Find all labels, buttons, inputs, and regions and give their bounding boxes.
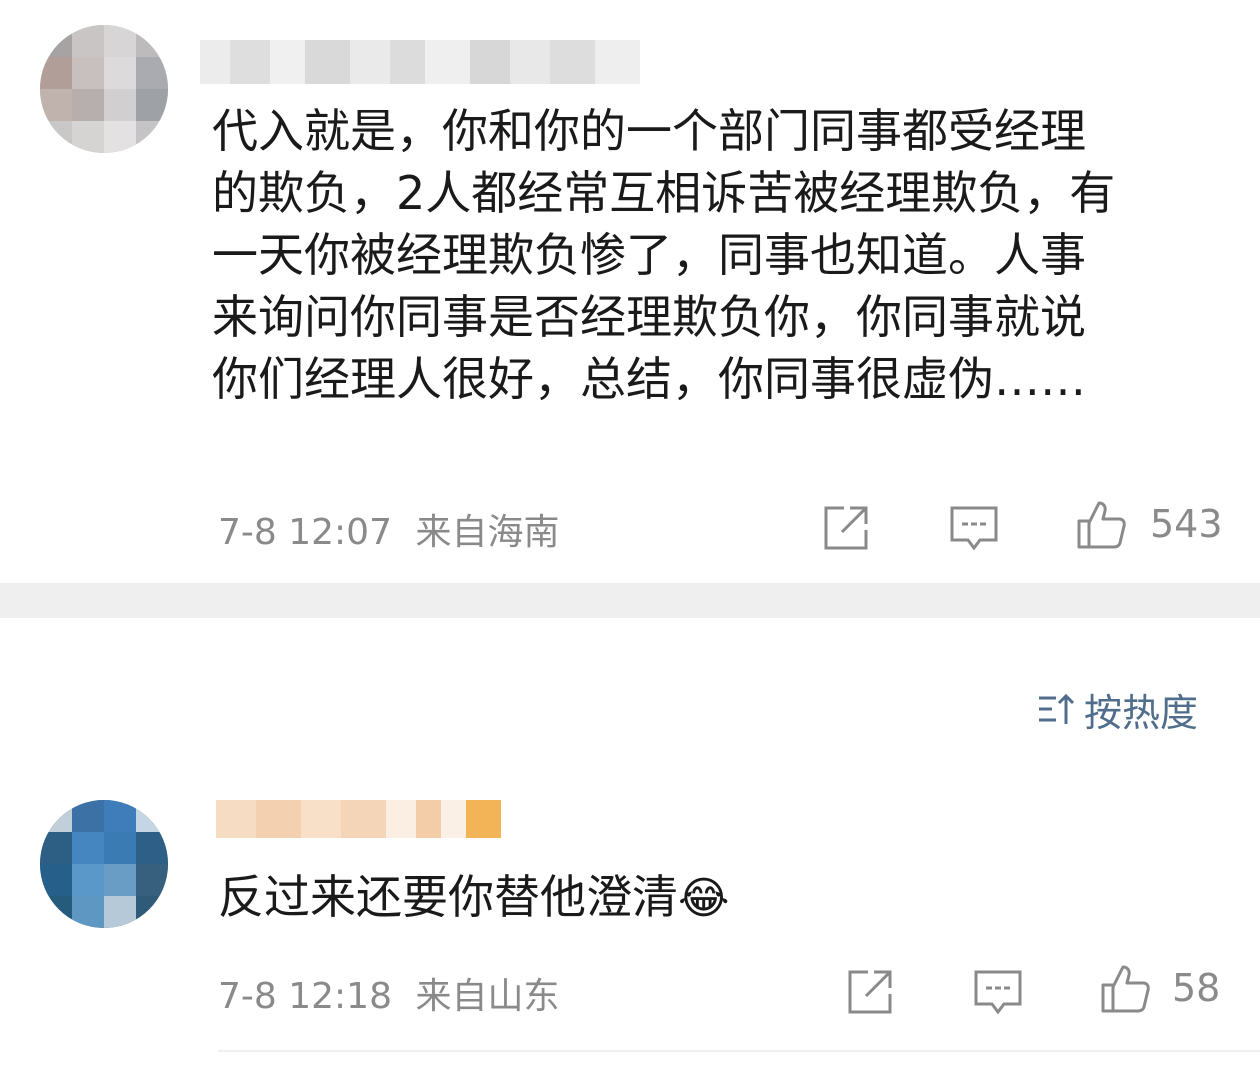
comment-meta: 7-8 12:18 来自山东 [218,967,559,1019]
comment-text: 反过来还要你替他澄清😂 [218,866,729,930]
comment-time: 7-8 12:18 [218,976,392,1017]
avatar[interactable] [40,800,168,928]
sort-label: 按热度 [1084,691,1199,735]
comment-time: 7-8 12:07 [218,512,392,553]
username-blurred[interactable] [216,800,501,838]
comment-location: 来自山东 [415,976,560,1017]
username-blurred[interactable] [200,40,640,84]
like-icon[interactable] [1075,499,1127,551]
avatar[interactable] [40,25,168,153]
comment-text: 代入就是，你和你的一个部门同事都受经理 的欺负，2人都经常互相诉苦被经理欺负，有… [212,104,1116,406]
like-count: 543 [1150,502,1223,546]
like-icon[interactable] [1099,963,1151,1015]
comment-icon[interactable] [948,502,1000,554]
comment-location: 来自海南 [415,512,560,553]
comment-icon[interactable] [972,966,1024,1018]
divider-line [218,1050,1260,1052]
like-count: 58 [1172,966,1221,1010]
comment-meta: 7-8 12:07 来自海南 [218,503,559,555]
sort-button[interactable]: 按热度 [1036,682,1198,737]
comment-text-body: 反过来还要你替他澄清 [218,870,678,924]
section-divider [0,583,1260,618]
sort-icon [1039,693,1075,724]
laughing-emoji: 😂 [678,873,730,924]
share-icon[interactable] [820,502,872,554]
share-icon[interactable] [844,966,896,1018]
